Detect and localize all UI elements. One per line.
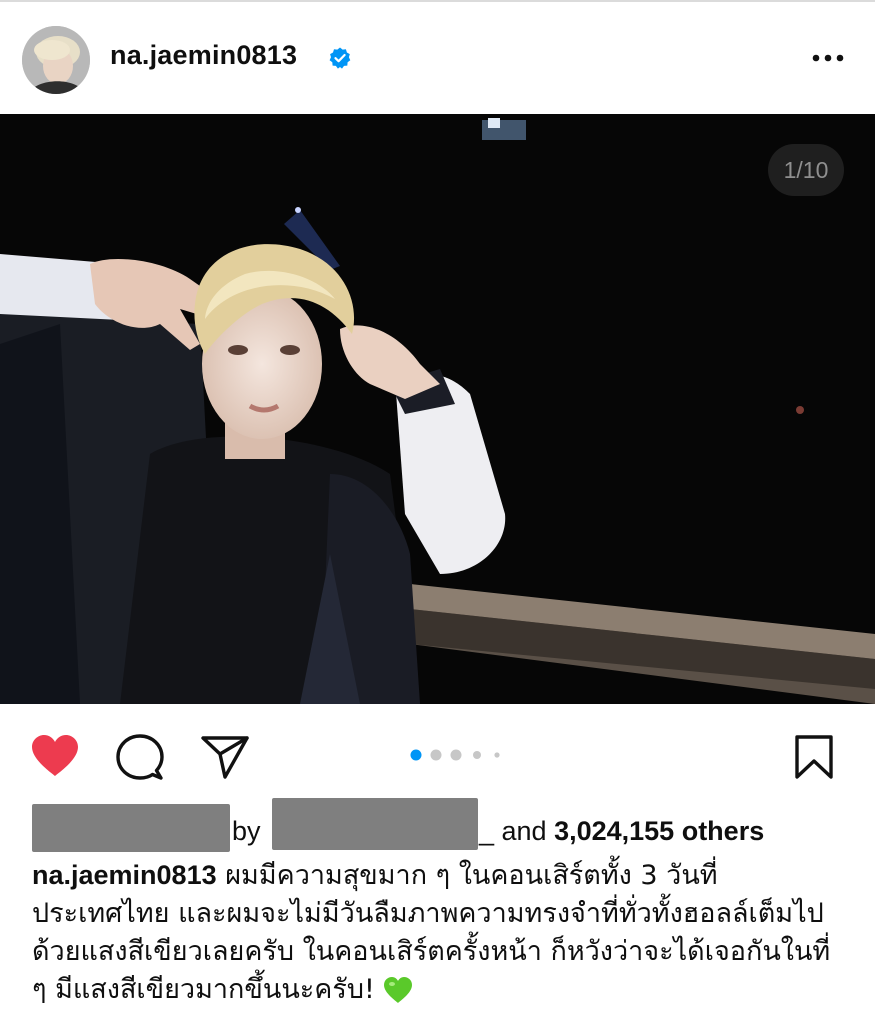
verified-badge-icon [329, 47, 351, 69]
post-header: na.jaemin0813 [0, 2, 875, 114]
more-options-icon[interactable] [808, 46, 848, 70]
action-bar [0, 704, 875, 800]
redacted-username [272, 798, 478, 850]
bookmark-icon[interactable] [794, 734, 834, 780]
heart-icon[interactable] [30, 734, 80, 778]
avatar[interactable] [22, 26, 90, 94]
comment-icon[interactable] [116, 734, 164, 782]
post-username[interactable]: na.jaemin0813 [110, 40, 297, 71]
likes-summary[interactable]: by _ and 3,024,155 others [32, 798, 852, 852]
redacted-username [32, 804, 230, 852]
likes-count-text[interactable]: _ and 3,024,155 others [479, 816, 764, 847]
carousel-indicator [410, 749, 500, 761]
image-counter: 1/10 [768, 144, 844, 196]
post-caption: na.jaemin0813 ผมมีความสุขมาก ๆ ในคอนเสิร… [32, 856, 847, 1009]
post-photo[interactable]: 1/10 [0, 114, 875, 704]
likes-count: 3,024,155 others [554, 816, 765, 846]
post-image [0, 114, 875, 704]
paper-plane-icon[interactable] [200, 734, 250, 780]
green-heart-icon [384, 977, 413, 1003]
caption-username[interactable]: na.jaemin0813 [32, 860, 217, 890]
liked-by-fragment: by [232, 816, 261, 846]
